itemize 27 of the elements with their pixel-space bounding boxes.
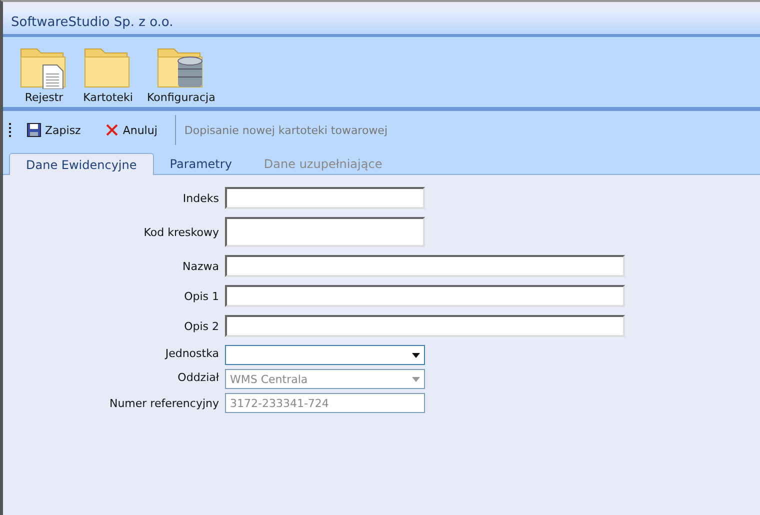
caret-icon <box>412 376 420 382</box>
field-label: Oddział <box>176 370 219 384</box>
input-field[interactable] <box>225 217 425 247</box>
input-field[interactable] <box>225 285 625 307</box>
tab[interactable]: Dane Ewidencyjne <box>9 153 154 175</box>
module-button[interactable]: Kartoteki <box>77 43 139 107</box>
field-label: Opis 1 <box>183 290 219 302</box>
close-icon <box>104 123 119 137</box>
field-label: Opis 2 <box>183 320 219 332</box>
grip-icon[interactable] <box>9 123 13 137</box>
field-label: Jednostka <box>164 346 219 360</box>
field-label: Nazwa <box>182 260 219 272</box>
field-label: Kod kreskowy <box>142 226 219 238</box>
field-label: Indeks <box>182 192 219 204</box>
input-field[interactable] <box>225 255 625 277</box>
input-field[interactable] <box>225 187 425 209</box>
caret-icon <box>412 352 420 358</box>
window-title: SoftwareStudio Sp. z o.o. <box>11 14 174 30</box>
cancel-button[interactable]: Anuluj <box>94 121 168 139</box>
form-caption: Dopisanie nowej kartoteki towarowej <box>184 124 388 136</box>
module-button[interactable]: Rejestr <box>13 43 75 107</box>
field-label: Numer referencyjny <box>108 396 219 410</box>
module-button[interactable]: Konfiguracja <box>141 43 222 107</box>
save-button[interactable]: Zapisz <box>17 121 91 139</box>
dropdown[interactable] <box>225 345 425 365</box>
tab[interactable]: Parametry <box>154 154 248 174</box>
input-field[interactable] <box>225 315 625 337</box>
